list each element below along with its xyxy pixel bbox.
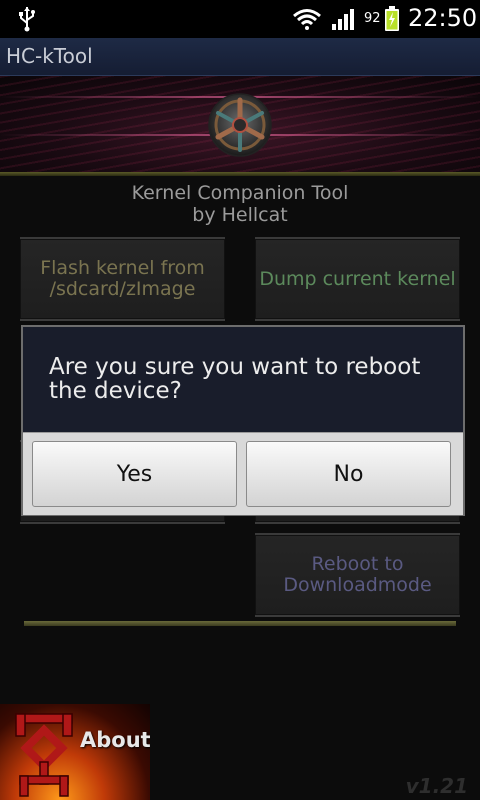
about-logo-icon bbox=[15, 713, 73, 797]
header-banner bbox=[0, 76, 480, 172]
reboot-confirm-dialog: Are you sure you want to reboot the devi… bbox=[21, 325, 465, 516]
dialog-button-bar: Yes No bbox=[23, 432, 463, 515]
yes-button[interactable]: Yes bbox=[32, 441, 237, 507]
clock: 22:50 bbox=[408, 4, 478, 32]
battery-level: 92 bbox=[364, 11, 381, 26]
app-title: HC-kTool bbox=[6, 44, 93, 68]
usb-icon bbox=[19, 7, 35, 32]
about-label: About bbox=[80, 728, 150, 752]
version-label: v1.21 bbox=[405, 774, 468, 798]
banner-divider bbox=[0, 172, 480, 176]
battery-charging-icon bbox=[385, 6, 399, 31]
about-button[interactable]: About bbox=[0, 704, 150, 800]
reboot-download-button[interactable]: Reboot to Downloadmode bbox=[255, 533, 460, 617]
no-button[interactable]: No bbox=[246, 441, 451, 507]
dump-kernel-button[interactable]: Dump current kernel bbox=[255, 237, 460, 321]
signal-icon bbox=[332, 9, 354, 30]
dialog-message: Are you sure you want to reboot the devi… bbox=[49, 354, 421, 404]
separator-bar bbox=[24, 621, 456, 626]
flash-kernel-button[interactable]: Flash kernel from /sdcard/zImage bbox=[20, 237, 225, 321]
app-heading: Kernel Companion Tool bbox=[131, 182, 349, 204]
status-bar: 92 22:50 bbox=[0, 0, 480, 38]
app-title-bar: HC-kTool bbox=[0, 38, 480, 76]
app-author: by Hellcat bbox=[192, 204, 288, 226]
wifi-icon bbox=[293, 9, 321, 30]
app-logo-icon bbox=[208, 93, 272, 157]
